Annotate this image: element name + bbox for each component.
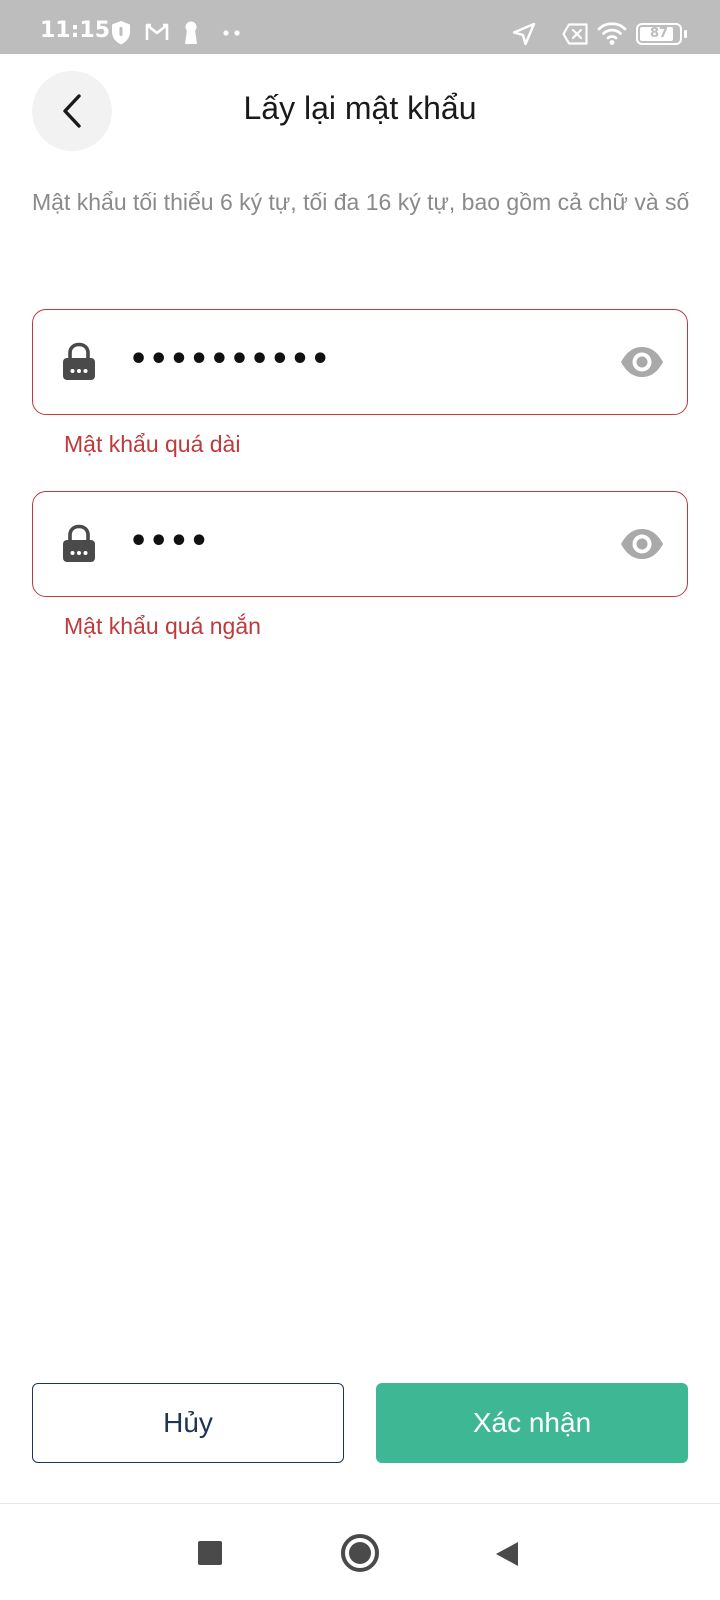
eye-icon[interactable] <box>619 527 665 561</box>
lock-icon <box>63 342 95 380</box>
screen: 11:15 87 Lấy lại mật khẩu Mật khẩu tối t… <box>0 0 720 1600</box>
page-title: Lấy lại mật khẩu <box>243 90 477 126</box>
location-arrow-icon <box>512 22 536 46</box>
new-password-field[interactable]: •••••••••• <box>32 309 688 415</box>
confirm-button[interactable]: Xác nhận <box>376 1383 688 1463</box>
password-too-short-error: Mật khẩu quá ngắn <box>64 613 261 639</box>
gmail-icon <box>145 23 169 40</box>
keyhole-icon <box>185 21 197 44</box>
back-button[interactable] <box>32 71 112 151</box>
battery-icon: 87 <box>636 23 687 45</box>
home-dot <box>349 1542 371 1564</box>
confirm-password-input[interactable]: •••• <box>129 520 210 564</box>
chevron-left-icon <box>63 94 81 128</box>
new-password-input[interactable]: •••••••••• <box>129 338 331 382</box>
cancel-button[interactable]: Hủy <box>32 1383 344 1463</box>
back-triangle-icon[interactable] <box>494 1540 520 1568</box>
shield-icon <box>112 21 130 45</box>
eye-icon[interactable] <box>619 345 665 379</box>
battery-level: 87 <box>649 26 669 41</box>
recents-square-icon[interactable] <box>198 1541 222 1565</box>
system-nav-bar <box>0 1504 720 1600</box>
more-dots-icon <box>223 30 240 36</box>
status-time: 11:15 <box>40 18 111 43</box>
home-circle-icon[interactable] <box>341 1534 379 1572</box>
password-rules-hint: Mật khẩu tối thiểu 6 ký tự, tối đa 16 ký… <box>32 189 690 215</box>
wifi-icon <box>597 22 627 45</box>
confirm-password-field[interactable]: •••• <box>32 491 688 597</box>
status-bar: 11:15 87 <box>0 0 720 54</box>
lock-icon <box>63 524 95 562</box>
no-sim-icon <box>562 23 588 45</box>
password-too-long-error: Mật khẩu quá dài <box>64 431 241 457</box>
